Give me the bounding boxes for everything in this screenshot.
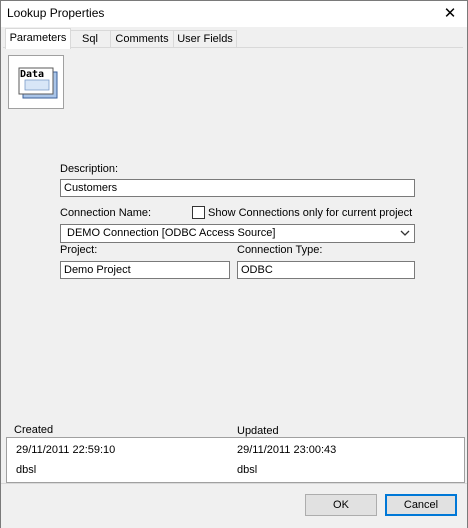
description-input[interactable]: Customers: [60, 179, 415, 197]
updated-date: 29/11/2011 23:00:43: [237, 444, 337, 456]
title-bar[interactable]: Lookup Properties ✕: [1, 1, 467, 27]
connection-type-input[interactable]: ODBC: [237, 261, 415, 279]
connection-name-label: Connection Name:: [60, 207, 152, 219]
cancel-button[interactable]: Cancel: [385, 494, 457, 516]
updated-label: Updated: [237, 425, 279, 437]
tab-comments[interactable]: Comments: [110, 30, 174, 48]
button-bar: OK Cancel: [1, 483, 467, 528]
ok-button[interactable]: OK: [305, 494, 377, 516]
connection-type-label: Connection Type:: [237, 244, 323, 256]
project-label: Project:: [60, 244, 98, 256]
audit-info-box: 29/11/2011 22:59:10 dbsl 29/11/2011 23:0…: [6, 437, 465, 483]
created-label: Created: [14, 424, 54, 436]
created-by: dbsl: [16, 464, 37, 476]
close-icon[interactable]: ✕: [433, 1, 467, 27]
tab-sql[interactable]: Sql: [69, 30, 111, 48]
project-input[interactable]: Demo Project: [60, 261, 230, 279]
data-icon: Data: [8, 55, 64, 109]
data-icon-graphic: Data: [18, 67, 58, 99]
data-icon-text: Data: [20, 69, 44, 80]
tab-strip: Parameters Sql Comments User Fields: [3, 28, 465, 49]
chevron-down-icon: [400, 230, 410, 236]
window-title: Lookup Properties: [7, 6, 105, 20]
tab-user-fields[interactable]: User Fields: [173, 30, 237, 48]
description-label: Description:: [60, 163, 119, 175]
updated-by: dbsl: [237, 464, 258, 476]
connection-name-value: DEMO Connection [ODBC Access Source]: [67, 227, 276, 239]
show-connections-label[interactable]: Show Connections only for current projec…: [208, 207, 412, 219]
tab-parameters[interactable]: Parameters: [5, 28, 71, 49]
created-date: 29/11/2011 22:59:10: [16, 444, 116, 456]
lookup-properties-dialog: Lookup Properties ✕ Parameters Sql Comme…: [0, 0, 468, 528]
show-connections-checkbox[interactable]: [192, 206, 205, 219]
connection-name-select[interactable]: DEMO Connection [ODBC Access Source]: [60, 224, 415, 243]
